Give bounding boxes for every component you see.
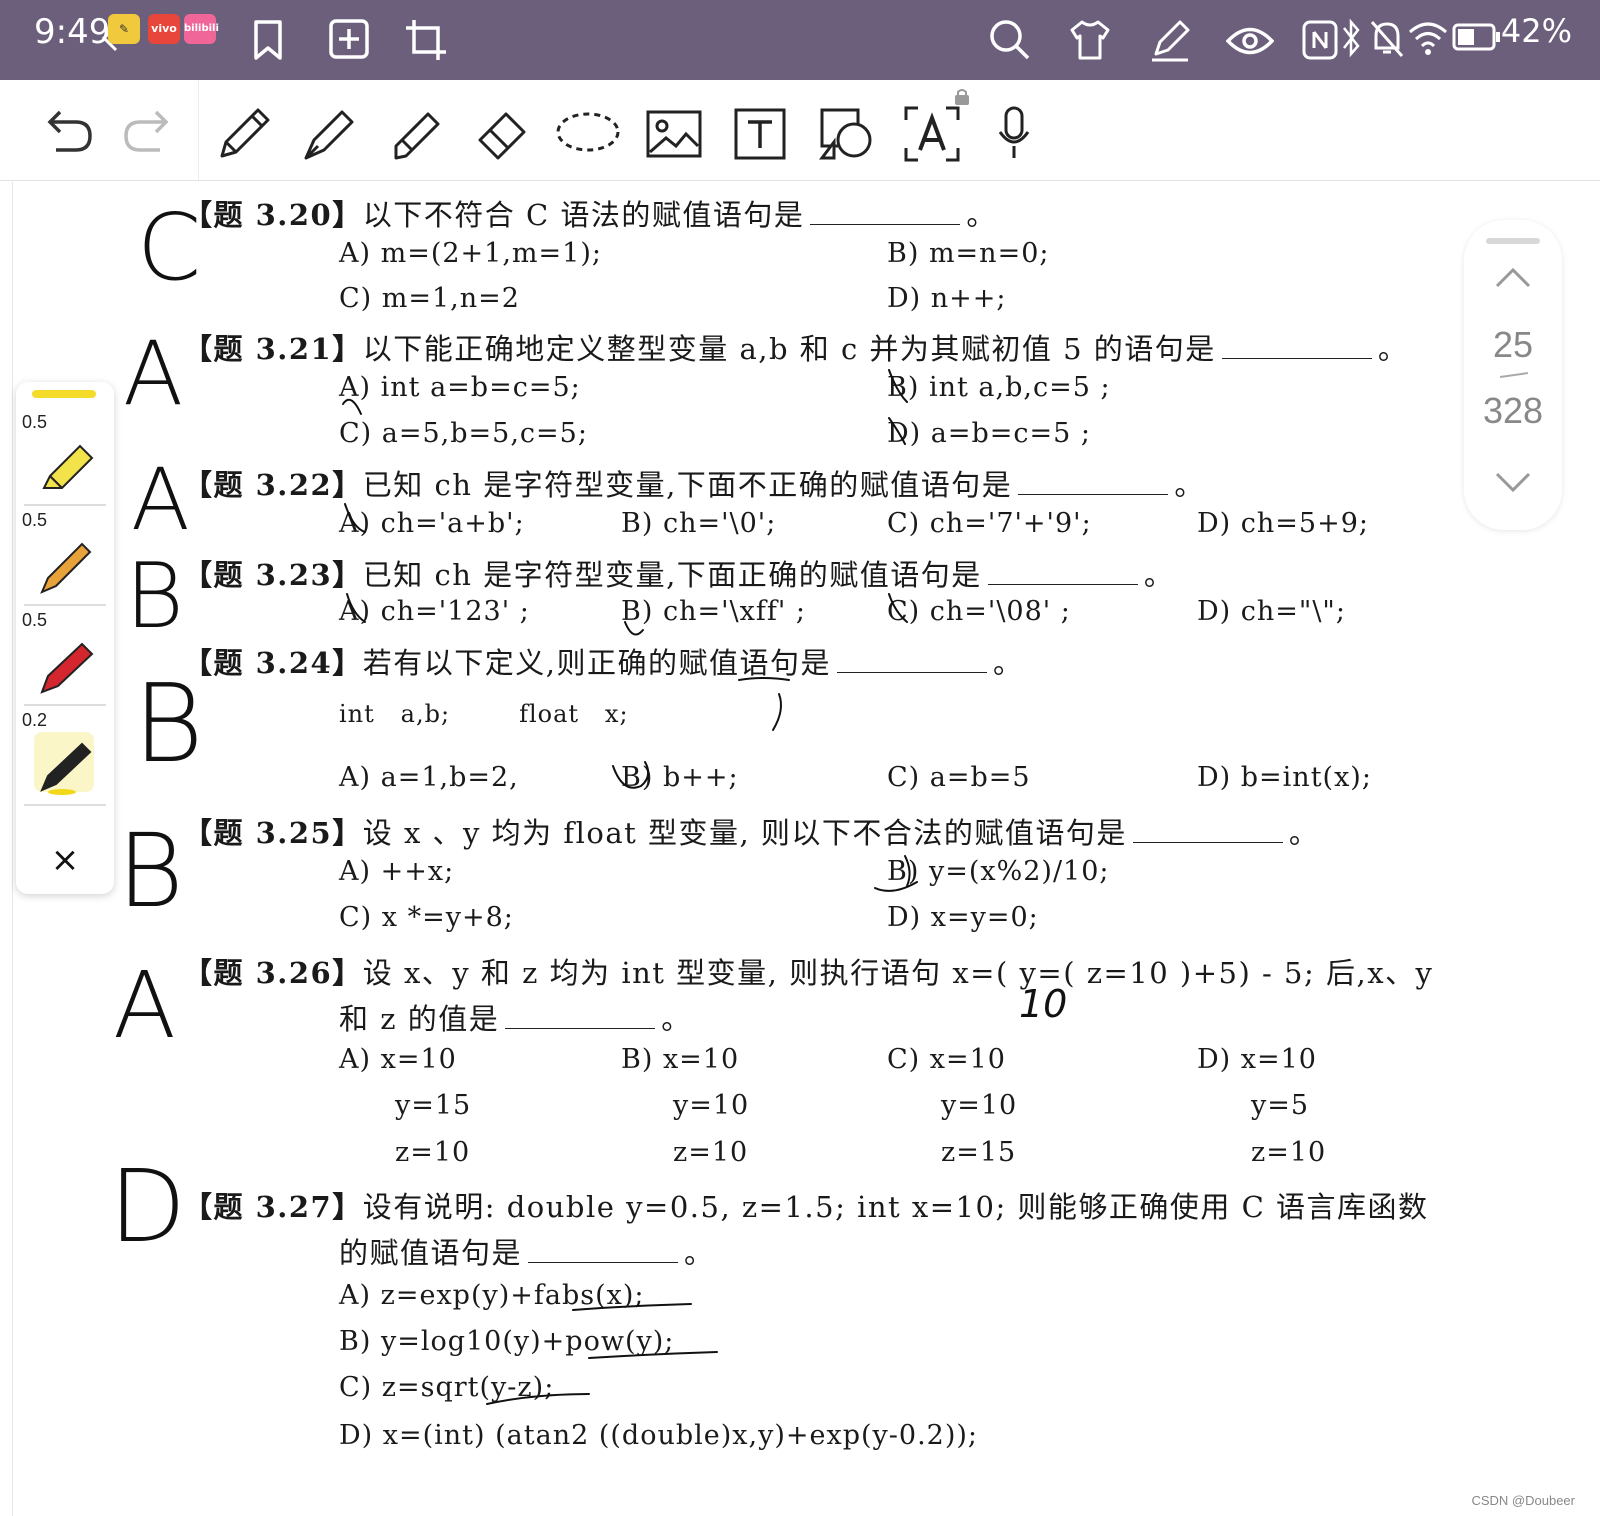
microphone-icon[interactable] [996, 102, 1036, 162]
active-color-indicator [32, 390, 96, 398]
search-icon[interactable] [988, 18, 1032, 62]
shape-icon[interactable] [814, 102, 874, 162]
text-recognition-icon[interactable] [900, 102, 960, 162]
drawing-toolbar [0, 80, 1038, 181]
lasso-icon[interactable] [554, 102, 620, 162]
total-pages: 328 [1482, 390, 1544, 431]
battery-percent: 42% [1500, 12, 1572, 50]
battery-icon [1452, 22, 1502, 52]
yellow-highlighter-icon [42, 444, 94, 489]
image-icon[interactable] [642, 102, 702, 162]
mute-bell-icon [1370, 18, 1404, 58]
pen-slot-black-pen[interactable]: 0.2 [16, 706, 114, 806]
ink-annotations [342, 369, 918, 1405]
fountain-pen-icon[interactable] [298, 102, 358, 162]
pen-icon[interactable] [212, 102, 272, 162]
chevron-down-icon[interactable] [1493, 470, 1533, 494]
black-pen-icon [40, 742, 92, 795]
bilibili-app-icon: bilibili [184, 14, 219, 44]
add-page-icon[interactable] [328, 18, 370, 60]
pen-slot-orange-pen[interactable]: 0.5 [16, 506, 114, 606]
wifi-icon [1408, 18, 1448, 58]
theme-shirt-icon[interactable] [1068, 18, 1112, 62]
eraser-icon[interactable] [470, 102, 530, 162]
undo-icon[interactable] [38, 102, 98, 162]
close-palette-button[interactable]: × [16, 840, 114, 880]
chevron-up-icon[interactable] [1493, 266, 1533, 290]
red-pen-icon [40, 642, 94, 694]
watermark: CSDN @Doubeer [1471, 1493, 1575, 1508]
current-page: 25 [1492, 324, 1534, 365]
text-box-icon[interactable] [728, 102, 788, 162]
document-page[interactable]: 【题 3.20】以下不符合 C 语法的赋值语句是。 A) m=(2+1,m=1)… [12, 182, 1589, 1516]
page-navigator[interactable]: 25 328 [1464, 220, 1562, 530]
orange-pen-icon [40, 542, 92, 594]
read-mode-eye-icon[interactable] [1226, 24, 1274, 58]
lock-icon [954, 88, 974, 108]
nfc-icon [1300, 18, 1340, 62]
pen-palette: 0.5 0.5 0.5 0.2 × [16, 382, 114, 894]
ink-mark [342, 398, 362, 415]
status-bar: 9:49 ✎ vivo bilibili 42% [0, 0, 1600, 80]
pen-slot-yellow-highlighter[interactable]: 0.5 [16, 408, 114, 508]
drag-handle[interactable] [1486, 238, 1540, 244]
highlighter-icon[interactable] [384, 102, 444, 162]
ink-mark [888, 369, 908, 403]
redo-icon[interactable] [118, 102, 178, 162]
vivo-app-icon: vivo [148, 14, 180, 44]
bookmark-icon[interactable] [250, 18, 286, 62]
crop-icon[interactable] [404, 18, 448, 62]
notes-app-icon: ✎ [108, 14, 140, 44]
pen-slot-red-pen[interactable]: 0.5 [16, 606, 114, 706]
bluetooth-icon [1340, 18, 1362, 58]
edit-pen-icon[interactable] [1148, 18, 1192, 62]
toolbar-empty-area [1038, 80, 1600, 181]
